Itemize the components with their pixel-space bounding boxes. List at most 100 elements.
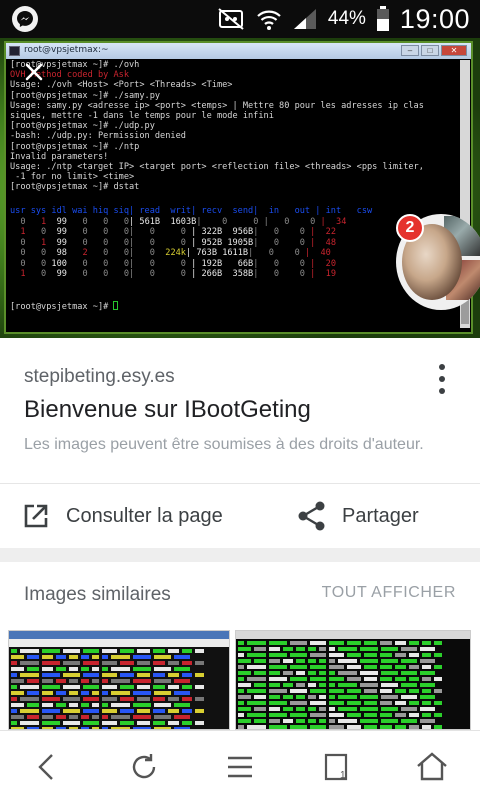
- similar-image-thumbnail[interactable]: [8, 630, 230, 730]
- status-right: 44% 19:00: [216, 0, 470, 38]
- terminal-line: [root@vpsjetmax ~]# ./ovh: [10, 60, 140, 70]
- dstat-cell: 1611B: [222, 248, 249, 258]
- share-button[interactable]: Partager: [298, 484, 419, 548]
- home-icon[interactable]: [414, 749, 450, 785]
- dstat-cell: 0: [284, 258, 311, 269]
- menu-icon[interactable]: [222, 749, 258, 785]
- battery-percent: 44%: [327, 8, 366, 29]
- dstat-cell: | 0: [129, 258, 161, 269]
- navigation-bar: 1: [0, 730, 480, 800]
- dstat-cell: | 0: [248, 248, 280, 258]
- dstat-cell: 956B: [227, 227, 254, 237]
- dstat-row: 1 0 99 0 0 0| 0 0 | 266B 358B| 0 0 | 19: [10, 269, 372, 280]
- dstat-cell: 0: [284, 237, 311, 248]
- terminal-line: -bash: ./udp.py: Permission denied: [10, 131, 186, 142]
- share-icon: [298, 501, 325, 531]
- thumbnail-content: [238, 641, 468, 729]
- thumbnail-titlebar: [236, 631, 470, 639]
- dstat-cell: 0: [72, 269, 93, 279]
- similar-image-thumbnail[interactable]: [235, 630, 471, 730]
- dstat-cell: 0: [72, 216, 93, 227]
- terminal-prompt-text: [root@vpsjetmax ~]#: [10, 302, 114, 312]
- dstat-cell: 0: [10, 258, 31, 269]
- dstat-cell: | 0: [253, 258, 285, 269]
- terminal-title: root@vpsjetmax:~: [24, 45, 109, 55]
- dstat-cell: 0: [30, 227, 52, 237]
- dstat-cell: 0: [160, 237, 192, 248]
- dstat-cell: | 0: [253, 269, 285, 279]
- wifi-icon: [257, 10, 281, 30]
- dstat-cell: | 266B: [191, 269, 228, 279]
- dstat-cell: 100: [51, 258, 73, 269]
- clock: 19:00: [399, 3, 470, 34]
- reload-icon[interactable]: [126, 749, 162, 785]
- dstat-cell: 0: [160, 227, 192, 237]
- dstat-cell: 0: [279, 248, 305, 258]
- maximize-icon: □: [421, 45, 439, 56]
- visit-page-button[interactable]: Consulter la page: [22, 484, 223, 548]
- dstat-row: 1 0 99 0 0 0| 0 0 | 322B 956B| 0 0 | 22: [10, 227, 372, 238]
- dstat-cell: 0: [113, 216, 130, 227]
- terminal-output: [root@vpsjetmax ~]# ./ovh OVH Method code…: [10, 60, 459, 328]
- dstat-cell: | 0: [129, 237, 161, 248]
- dstat-cell: 0: [72, 258, 93, 269]
- dstat-cell: 0: [284, 269, 311, 279]
- dstat-cell: | 19: [310, 269, 342, 279]
- dstat-cell: 98: [51, 248, 73, 258]
- dstat-cell: 0: [232, 216, 264, 227]
- status-bar: 44% 19:00: [0, 0, 480, 38]
- dstat-row: 0 1 99 0 0 0| 0 0 | 952B 1905B| 0 0 | 48: [10, 238, 372, 249]
- dstat-cell: 0: [10, 248, 31, 258]
- similar-images-section: Images similaires TOUT AFFICHER: [0, 562, 480, 730]
- chat-head-badge: 2: [396, 214, 424, 242]
- dstat-cell: | 0: [129, 227, 161, 237]
- page: 44% 19:00 root@vpsjetmax:~ – □ ✕ [root@v…: [0, 0, 480, 800]
- thumbnail-menubar: [9, 639, 229, 647]
- dstat-cell: | 48: [310, 237, 342, 248]
- dstat-cell: 0: [72, 237, 93, 248]
- tabs-icon[interactable]: 1: [318, 749, 354, 785]
- dstat-cell: | 322B: [191, 227, 228, 237]
- result-title[interactable]: Bienvenue sur IBootGeting: [24, 396, 311, 424]
- terminal-line: Usage: samy.py <adresse ip> <port> <temp…: [10, 100, 424, 111]
- dstat-cell: 99: [51, 269, 73, 279]
- terminal-prompt: [root@vpsjetmax ~]#: [10, 301, 119, 312]
- window-controls: – □ ✕: [401, 45, 467, 56]
- dstat-cell: | 0: [253, 237, 285, 248]
- copyright-notice: Les images peuvent être soumises à des d…: [24, 436, 424, 453]
- dstat-cell: 0: [10, 237, 31, 248]
- result-domain[interactable]: stepibeting.esy.es: [24, 366, 175, 388]
- dstat-cell: 224k: [160, 248, 186, 258]
- close-icon[interactable]: [22, 60, 46, 84]
- visit-page-label: Consulter la page: [66, 504, 223, 527]
- terminal-cursor: [113, 301, 119, 310]
- terminal-line: [root@vpsjetmax ~]# ./samy.py: [10, 90, 161, 101]
- result-info: stepibeting.esy.es Bienvenue sur IBootGe…: [0, 338, 480, 483]
- dstat-cell: | 952B: [191, 237, 228, 248]
- dstat-cell: 0: [160, 269, 192, 279]
- dstat-cell: | 34: [320, 216, 352, 227]
- dstat-cell: 0: [160, 258, 192, 269]
- see-all-link[interactable]: TOUT AFFICHER: [322, 584, 456, 602]
- window-close-icon: ✕: [441, 45, 467, 56]
- thumbnail-content: [11, 649, 227, 729]
- messenger-icon: [12, 6, 38, 32]
- dstat-cell: 0: [30, 248, 52, 258]
- dstat-cell: | 40: [304, 248, 337, 258]
- terminal-line: [root@vpsjetmax ~]# dstat: [10, 182, 140, 193]
- more-options-icon[interactable]: [432, 362, 452, 396]
- battery-icon: [376, 6, 389, 31]
- dstat-cell: | 22: [310, 227, 342, 237]
- back-icon[interactable]: [30, 749, 66, 785]
- dstat-cell: 2: [72, 248, 93, 258]
- terminal-line: siques, mettre -1 dans le temps pour le …: [10, 110, 274, 121]
- share-label: Partager: [342, 504, 419, 527]
- svg-text:1: 1: [340, 770, 346, 781]
- dstat-row: 0 1 99 0 0 0| 561B 1603B| 0 0 | 0 0 | 34: [10, 217, 372, 228]
- dstat-cell: | 192B: [191, 258, 228, 269]
- dstat-table: usr sys idl wai hiq siq| read writ| recv…: [10, 206, 372, 280]
- terminal-titlebar: root@vpsjetmax:~ – □ ✕: [6, 43, 471, 59]
- dstat-cell: 1: [30, 237, 52, 248]
- section-gap: [0, 548, 480, 562]
- dstat-cell: 99: [51, 237, 73, 248]
